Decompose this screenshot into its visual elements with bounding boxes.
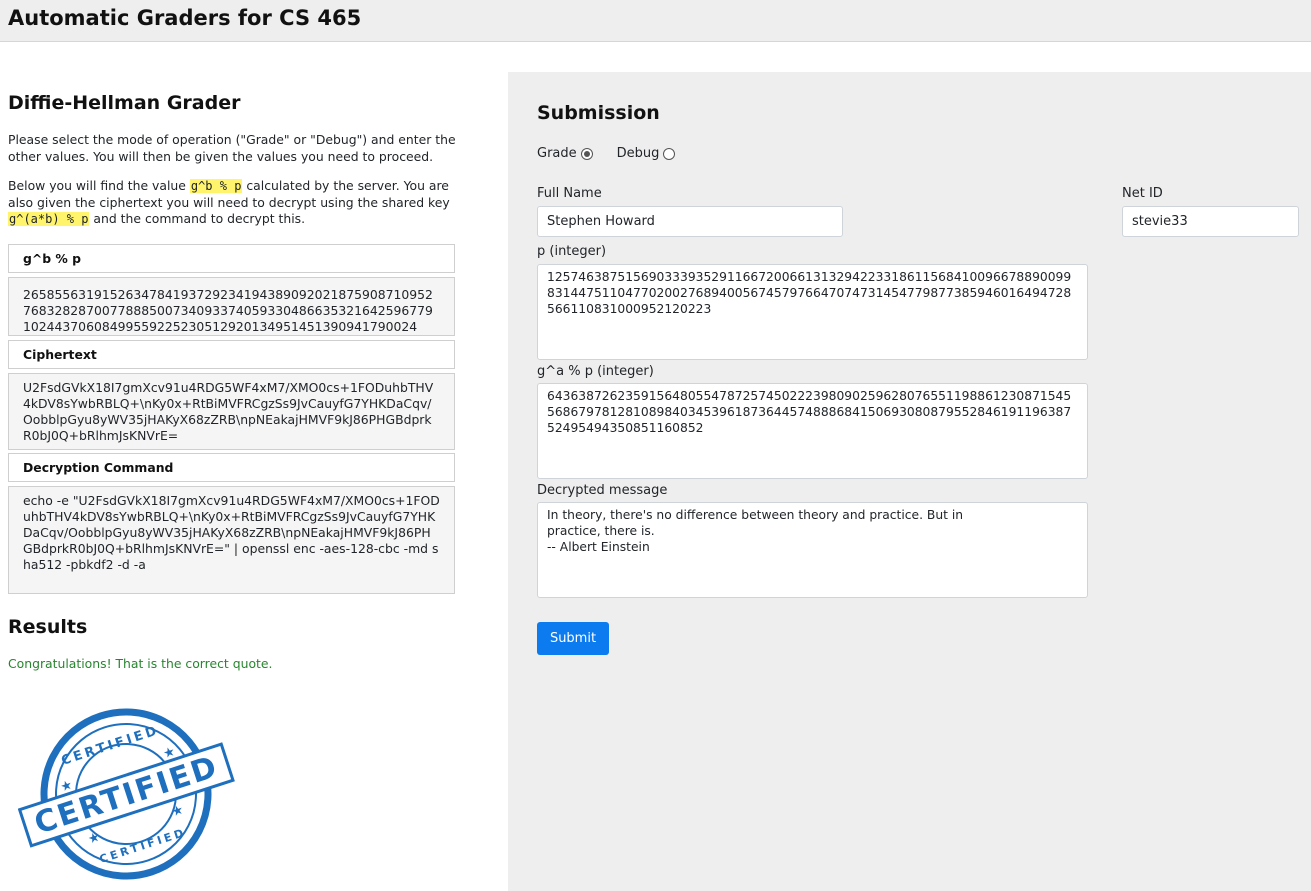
grader-panel: Diffie-Hellman Grader Please select the … bbox=[0, 42, 508, 891]
command-card-value: echo -e "U2FsdGVkX18I7gmXcv91u4RDG5WF4xM… bbox=[8, 486, 455, 594]
full-name-label: Full Name bbox=[537, 186, 602, 201]
p-label: p (integer) bbox=[537, 244, 607, 259]
page-title: Automatic Graders for CS 465 bbox=[8, 6, 362, 30]
results-title: Results bbox=[8, 616, 88, 638]
grader-title: Diffie-Hellman Grader bbox=[8, 92, 241, 114]
debug-radio[interactable] bbox=[663, 147, 676, 160]
desc-part-1: Below you will find the value bbox=[8, 178, 190, 193]
grader-intro: Please select the mode of operation ("Gr… bbox=[8, 132, 456, 164]
message-textarea[interactable]: In theory, there's no difference between… bbox=[537, 502, 1088, 598]
gb-code: g^b % p bbox=[189, 179, 243, 193]
grader-description: Below you will find the value g^b % p ca… bbox=[8, 178, 458, 228]
certified-stamp-icon: CERTIFIED CERTIFIED ★ ★ ★ ★ CERTIFIED bbox=[18, 708, 235, 880]
net-id-label: Net ID bbox=[1122, 186, 1163, 201]
command-card-header: Decryption Command bbox=[8, 453, 455, 482]
mode-selector: Grade Debug bbox=[537, 146, 676, 161]
debug-radio-label[interactable]: Debug bbox=[617, 146, 660, 161]
svg-text:★: ★ bbox=[86, 830, 102, 848]
top-header: Automatic Graders for CS 465 bbox=[0, 0, 1311, 42]
grade-radio-label[interactable]: Grade bbox=[537, 146, 577, 161]
submission-panel: Submission Grade Debug Full Name Stephen… bbox=[508, 72, 1311, 891]
submission-title: Submission bbox=[537, 102, 660, 124]
submit-button[interactable]: Submit bbox=[537, 622, 609, 655]
ciphertext-card-value: U2FsdGVkX18I7gmXcv91u4RDG5WF4xM7/XMO0cs+… bbox=[8, 373, 455, 450]
ga-textarea[interactable]: 6436387262359156480554787257450222398090… bbox=[537, 383, 1088, 479]
message-label: Decrypted message bbox=[537, 483, 668, 498]
ciphertext-card-header: Ciphertext bbox=[8, 340, 455, 369]
desc-part-3: and the command to decrypt this. bbox=[89, 211, 306, 226]
full-name-field[interactable]: Stephen Howard bbox=[537, 206, 843, 237]
gb-card-header: g^b % p bbox=[8, 244, 455, 273]
svg-text:★: ★ bbox=[170, 802, 186, 820]
net-id-field[interactable]: stevie33 bbox=[1122, 206, 1299, 237]
result-message: Congratulations! That is the correct quo… bbox=[8, 656, 273, 671]
ga-label: g^a % p (integer) bbox=[537, 364, 654, 379]
grade-radio[interactable] bbox=[580, 147, 593, 160]
p-textarea[interactable]: 1257463875156903339352911667200661313294… bbox=[537, 264, 1088, 360]
gb-card-value: 2658556319152634784193729234194389092021… bbox=[8, 277, 455, 336]
shared-key-code: g^(a*b) % p bbox=[8, 212, 90, 226]
